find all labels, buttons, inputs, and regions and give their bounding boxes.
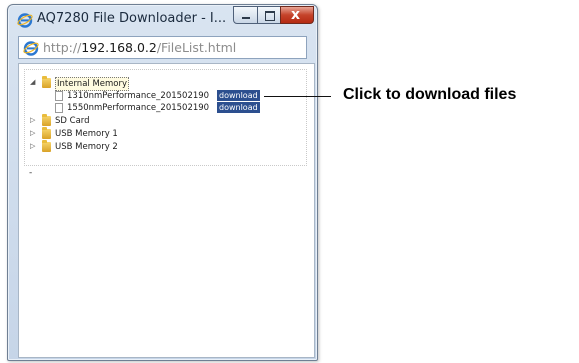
tree-node-sd-card[interactable]: ▷ SD Card bbox=[30, 114, 230, 127]
expand-arrow-icon[interactable]: ▷ bbox=[30, 143, 37, 150]
internet-explorer-icon bbox=[17, 13, 33, 28]
minimize-button[interactable] bbox=[233, 6, 258, 24]
address-url[interactable]: http://192.168.0.2/FileList.html bbox=[43, 40, 236, 55]
title-bar[interactable]: AQ7280 File Downloader - I... x bbox=[8, 5, 317, 33]
tree-node-label[interactable]: USB Memory 1 bbox=[55, 128, 118, 140]
file-name: 1310nmPerformance_201502190 bbox=[67, 91, 210, 101]
browser-window: AQ7280 File Downloader - I... x http://1… bbox=[7, 4, 318, 361]
maximize-button[interactable] bbox=[257, 6, 281, 24]
tree-node-usb-memory-2[interactable]: ▷ USB Memory 2 bbox=[30, 140, 230, 153]
folder-icon bbox=[42, 127, 51, 139]
file-icon bbox=[55, 103, 63, 113]
url-host: 192.168.0.2 bbox=[81, 40, 157, 55]
minimize-icon bbox=[242, 17, 250, 19]
tree-node-usb-memory-1[interactable]: ▷ USB Memory 1 bbox=[30, 127, 230, 140]
download-button[interactable]: download bbox=[217, 90, 260, 101]
download-button[interactable]: download bbox=[217, 102, 260, 113]
folder-icon bbox=[42, 114, 51, 126]
internet-explorer-icon bbox=[23, 41, 39, 56]
file-tree: ◢ Internal Memory 1310nmPerformance_2015… bbox=[24, 69, 307, 166]
tree-node-label[interactable]: Internal Memory bbox=[55, 77, 130, 91]
tree-node-label[interactable]: USB Memory 2 bbox=[55, 141, 118, 153]
file-name: 1550nmPerformance_201502190 bbox=[67, 103, 210, 113]
expand-arrow-icon[interactable]: ▷ bbox=[30, 130, 37, 137]
callout-leader-line bbox=[264, 96, 331, 97]
footer-mark: - bbox=[29, 168, 33, 178]
file-row: 1310nmPerformance_201502190 download bbox=[30, 90, 270, 102]
tree-node-internal-memory[interactable]: ◢ Internal Memory bbox=[30, 76, 250, 91]
url-scheme: http:// bbox=[43, 40, 82, 55]
file-row: 1550nmPerformance_201502190 download bbox=[30, 102, 270, 114]
close-icon: x bbox=[291, 7, 301, 23]
window-title: AQ7280 File Downloader - I... bbox=[37, 11, 227, 26]
tree-node-label[interactable]: SD Card bbox=[55, 115, 90, 127]
folder-icon bbox=[42, 140, 51, 152]
close-button[interactable]: x bbox=[280, 6, 314, 24]
file-icon bbox=[55, 91, 63, 101]
collapse-arrow-icon[interactable]: ◢ bbox=[30, 79, 37, 86]
address-bar[interactable]: http://192.168.0.2/FileList.html bbox=[18, 36, 307, 59]
url-path: /FileList.html bbox=[156, 40, 237, 55]
callout-label: Click to download files bbox=[343, 86, 517, 103]
folder-icon bbox=[42, 76, 51, 88]
expand-arrow-icon[interactable]: ▷ bbox=[30, 117, 37, 124]
page-content: ◢ Internal Memory 1310nmPerformance_2015… bbox=[18, 63, 315, 358]
maximize-icon bbox=[265, 11, 275, 21]
